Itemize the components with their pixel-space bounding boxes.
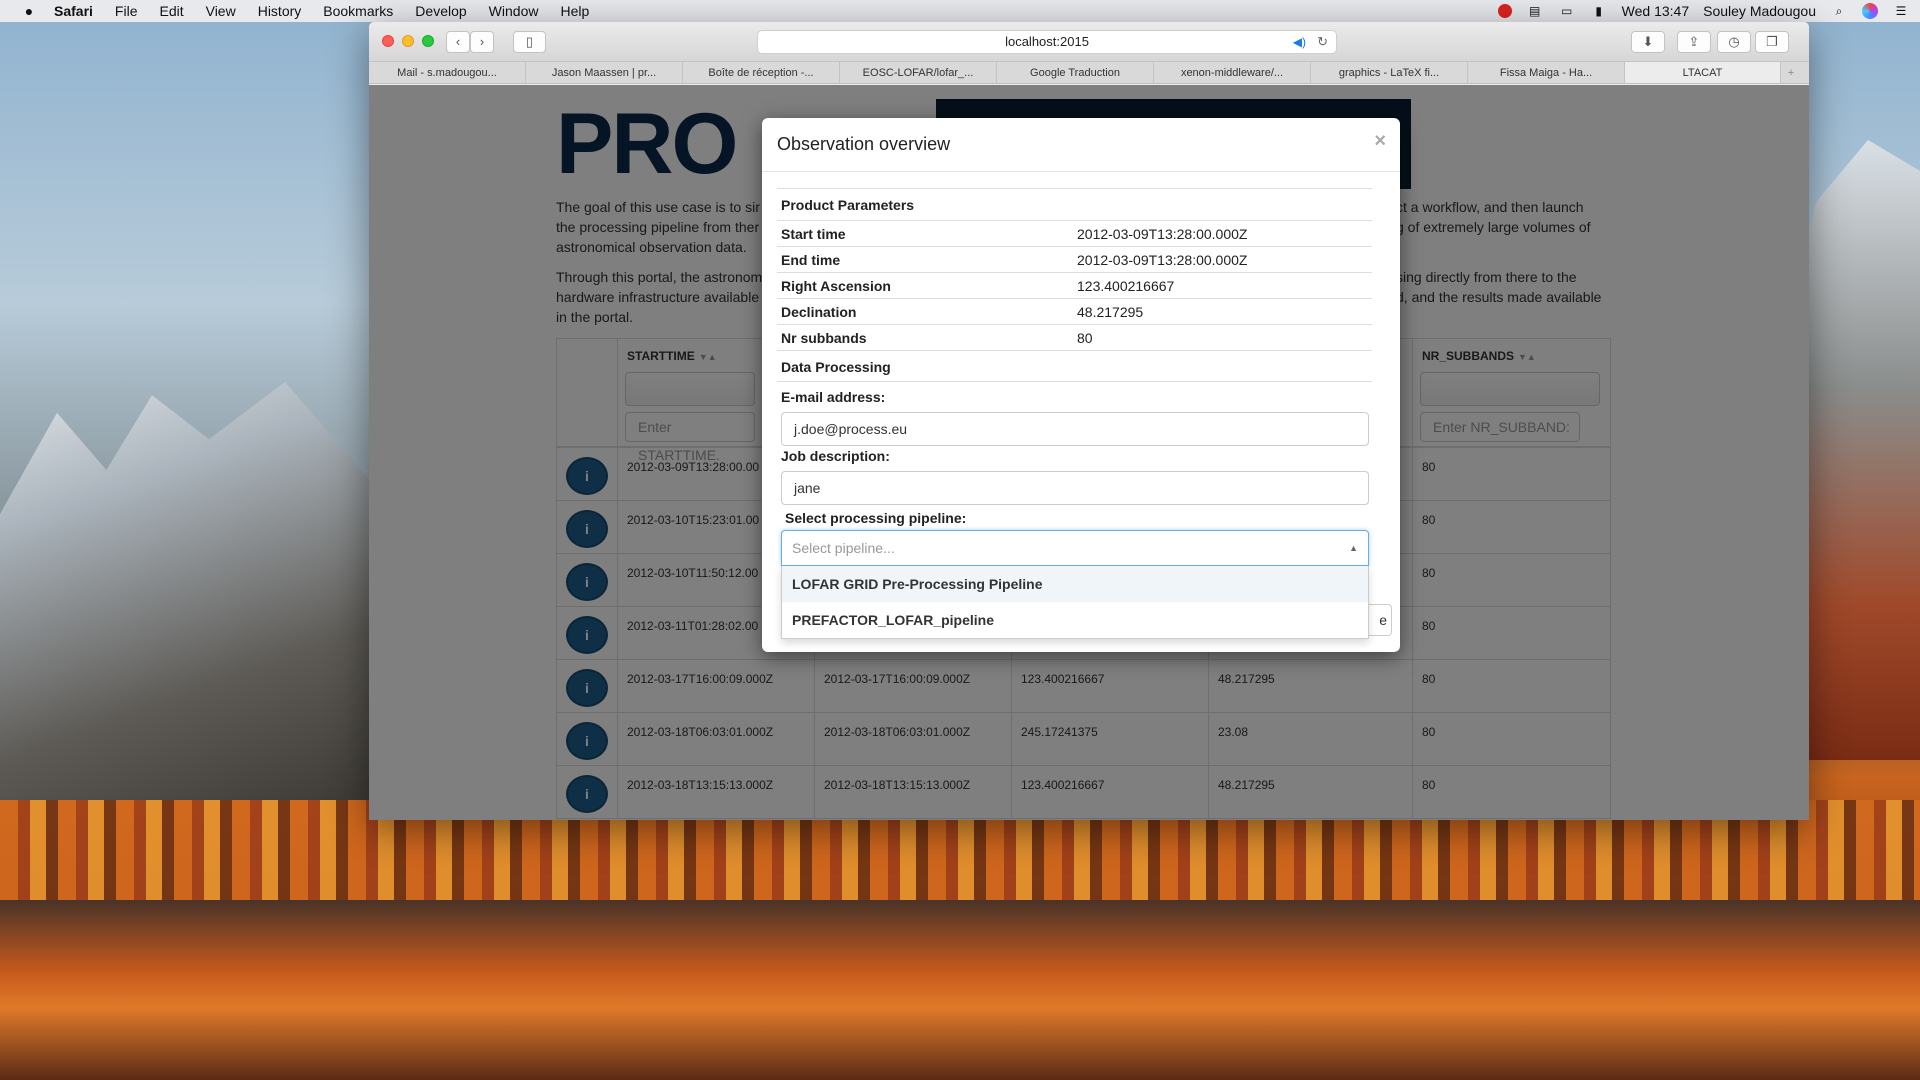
modal-header: Observation overview × xyxy=(762,118,1400,172)
airplay-icon[interactable]: ▭ xyxy=(1558,4,1576,18)
param-row: Nr subbands 80 xyxy=(777,324,1372,350)
pipeline-option-prefactor[interactable]: PREFACTOR_LOFAR_pipeline xyxy=(782,602,1368,638)
param-key: End time xyxy=(781,252,841,268)
tab-fissa-maiga[interactable]: Fissa Maiga - Ha... xyxy=(1468,62,1625,83)
menu-app-safari[interactable]: Safari xyxy=(54,3,93,19)
tab-eosc-lofar[interactable]: EOSC-LOFAR/lofar_... xyxy=(840,62,997,83)
job-description-field[interactable]: jane xyxy=(781,471,1369,505)
chevron-up-icon: ▲ xyxy=(1349,543,1358,553)
pipeline-placeholder: Select pipeline... xyxy=(792,540,895,556)
speaker-icon[interactable]: ◀) xyxy=(1293,31,1306,53)
tab-xenon-middleware[interactable]: xenon-middleware/... xyxy=(1154,62,1311,83)
wallpaper-lake xyxy=(0,900,1920,1080)
tab-google-traduction[interactable]: Google Traduction xyxy=(997,62,1154,83)
close-icon[interactable]: × xyxy=(1374,130,1386,153)
menu-help[interactable]: Help xyxy=(560,3,589,19)
wallpaper-mountain-right xyxy=(1790,140,1920,760)
product-parameters-table: Product Parameters Start time 2012-03-09… xyxy=(777,188,1372,382)
pipeline-label: Select processing pipeline: xyxy=(785,510,967,526)
zoom-window-icon[interactable] xyxy=(422,35,434,47)
sidebar-toggle-button[interactable]: ▯ xyxy=(513,31,546,53)
share-button[interactable]: ⇪ xyxy=(1677,31,1711,53)
param-row: Start time 2012-03-09T13:28:00.000Z xyxy=(777,220,1372,246)
param-row: Declination 48.217295 xyxy=(777,298,1372,324)
param-row: End time 2012-03-09T13:28:00.000Z xyxy=(777,246,1372,272)
modal-title: Observation overview xyxy=(777,134,951,154)
tab-boite-reception[interactable]: Boîte de réception -... xyxy=(683,62,840,83)
menu-history[interactable]: History xyxy=(258,3,302,19)
back-button[interactable]: ‹ xyxy=(446,31,470,53)
reload-icon[interactable]: ↻ xyxy=(1317,31,1328,53)
param-value: 123.400216667 xyxy=(1077,278,1175,294)
tab-overview-button[interactable]: ❐ xyxy=(1755,31,1789,53)
downloads-button[interactable]: ⬇ xyxy=(1631,31,1665,53)
data-processing-header: Data Processing xyxy=(777,350,1372,382)
notification-center-icon[interactable]: ☰ xyxy=(1892,4,1910,18)
pipeline-option-lofar-grid[interactable]: LOFAR GRID Pre-Processing Pipeline xyxy=(782,566,1368,602)
battery-icon[interactable]: ▮ xyxy=(1590,4,1608,18)
param-key: Nr subbands xyxy=(781,330,867,346)
param-value: 2012-03-09T13:28:00.000Z xyxy=(1077,226,1248,242)
tab-graphics-latex[interactable]: graphics - LaTeX fi... xyxy=(1311,62,1468,83)
param-value: 2012-03-09T13:28:00.000Z xyxy=(1077,252,1248,268)
menu-window[interactable]: Window xyxy=(489,3,539,19)
email-label: E-mail address: xyxy=(781,389,886,405)
menubar: ● Safari File Edit View History Bookmark… xyxy=(0,0,1920,22)
email-field[interactable]: j.doe@process.eu xyxy=(781,412,1369,446)
menu-bookmarks[interactable]: Bookmarks xyxy=(323,3,393,19)
url-text: localhost:2015 xyxy=(1005,34,1089,49)
job-description-label: Job description: xyxy=(781,448,890,464)
forward-button[interactable]: › xyxy=(470,31,494,53)
apple-icon[interactable]: ● xyxy=(18,3,40,19)
toolbar: ‹ › ▯ localhost:2015 ◀) ↻ ⬇ ⇪ ◷ ❐ xyxy=(369,22,1809,62)
recording-icon[interactable] xyxy=(1497,4,1512,18)
param-key: Right Ascension xyxy=(781,278,891,294)
param-value: 48.217295 xyxy=(1077,304,1144,320)
siri-icon[interactable] xyxy=(1862,3,1878,19)
menubar-user[interactable]: Souley Madougou xyxy=(1703,3,1816,19)
close-window-icon[interactable] xyxy=(382,35,394,47)
observation-modal: Observation overview × Product Parameter… xyxy=(762,118,1400,652)
menu-edit[interactable]: Edit xyxy=(159,3,183,19)
param-value: 80 xyxy=(1077,330,1093,346)
param-key: Declination xyxy=(781,304,857,320)
pipeline-dropdown: LOFAR GRID Pre-Processing Pipeline PREFA… xyxy=(781,566,1369,639)
tab-ltacat[interactable]: LTACAT xyxy=(1625,62,1781,83)
wallpaper-mountain xyxy=(0,382,380,800)
menubar-clock[interactable]: Wed 13:47 xyxy=(1622,3,1689,19)
product-parameters-header: Product Parameters xyxy=(777,188,1372,220)
tab-jason-maassen[interactable]: Jason Maassen | pr... xyxy=(526,62,683,83)
tab-bar: Mail - s.madougou... Jason Maassen | pr.… xyxy=(369,62,1809,84)
menu-file[interactable]: File xyxy=(115,3,138,19)
history-button[interactable]: ◷ xyxy=(1717,31,1751,53)
minimize-window-icon[interactable] xyxy=(402,35,414,47)
docker-icon[interactable]: ▤ xyxy=(1526,4,1544,18)
tab-mail[interactable]: Mail - s.madougou... xyxy=(369,62,526,83)
new-tab-button[interactable]: + xyxy=(1781,62,1801,83)
address-bar[interactable]: localhost:2015 ◀) ↻ xyxy=(757,30,1337,54)
pipeline-select[interactable]: Select pipeline... ▲ xyxy=(781,530,1369,566)
menu-view[interactable]: View xyxy=(206,3,236,19)
menu-develop[interactable]: Develop xyxy=(415,3,466,19)
param-row: Right Ascension 123.400216667 xyxy=(777,272,1372,298)
spotlight-search-icon[interactable]: ⌕ xyxy=(1830,4,1848,18)
param-key: Start time xyxy=(781,226,846,242)
